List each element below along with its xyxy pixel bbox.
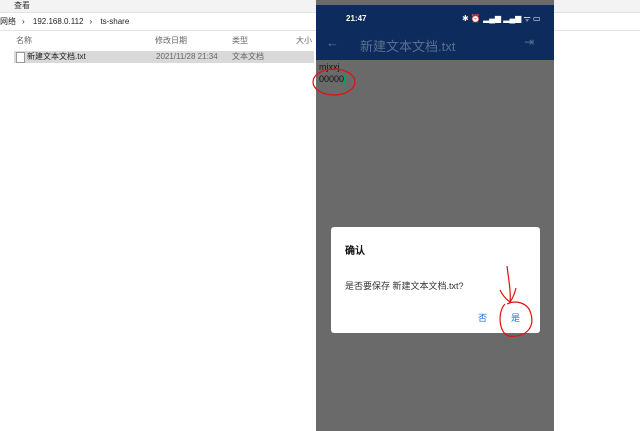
breadcrumb-host[interactable]: 192.168.0.112 [33,17,84,26]
status-icons: ✱ ⏰ ▂▄▆ ▂▄▆ ᯤ ▭ [462,14,541,23]
column-name[interactable]: 名称 [16,33,32,49]
editor-body[interactable] [316,0,554,431]
file-row[interactable]: 新建文本文档.txt 2021/11/28 21:34 文本文档 [14,51,314,63]
no-button[interactable]: 否 [478,311,487,324]
menu-view[interactable]: 查看 [14,0,30,11]
file-type: 文本文档 [232,52,264,61]
red-annotation-arrow [499,265,533,337]
file-icon [16,52,25,63]
breadcrumb-share[interactable]: ts-share [100,17,129,26]
file-name: 新建文本文档.txt [27,52,86,61]
dialog-title: 确认 [345,246,365,257]
red-annotation-circle [312,68,356,96]
column-type[interactable]: 类型 [232,33,248,49]
file-date: 2021/11/28 21:34 [156,52,218,61]
dialog-message: 是否要保存 新建文本文档.txt? [345,281,464,291]
page-title: 新建文本文档.txt [360,39,456,54]
exit-icon[interactable]: ⇥ [524,35,534,49]
column-date[interactable]: 修改日期 [155,33,187,49]
breadcrumb-network[interactable]: 网络 [0,17,16,26]
column-size[interactable]: 大小 [296,33,312,49]
back-arrow-icon[interactable]: ← [326,35,339,50]
status-time: 21:47 [346,14,367,23]
